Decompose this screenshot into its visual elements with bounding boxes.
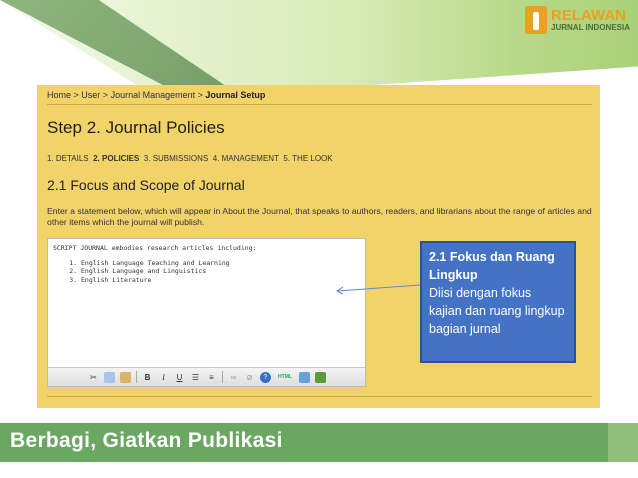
bullet-list-icon[interactable]: ☰ [190, 372, 201, 383]
breadcrumb-current: Journal Setup [205, 90, 266, 100]
brand-line2: JURNAL INDONESIA [551, 23, 630, 32]
focus-scope-editor[interactable]: SCRIPT JOURNAL embodies research article… [47, 238, 366, 387]
editor-intro: SCRIPT JOURNAL embodies research article… [53, 244, 257, 252]
breadcrumb: Home > User > Journal Management > Journ… [47, 90, 266, 100]
breadcrumb-user[interactable]: User [81, 90, 100, 100]
footer-accent [608, 423, 638, 462]
link-icon[interactable]: ∞ [228, 372, 239, 383]
copy-icon[interactable] [104, 371, 115, 383]
callout-body: Diisi dengan fokus kajian dan ruang ling… [429, 286, 565, 336]
image-icon[interactable] [299, 371, 310, 383]
breadcrumb-home[interactable]: Home [47, 90, 71, 100]
logo-mark-icon [525, 6, 548, 34]
underline-icon[interactable]: U [174, 372, 185, 383]
number-list-icon[interactable]: ≡ [206, 372, 217, 383]
page-title: Step 2. Journal Policies [47, 118, 225, 137]
step-submissions[interactable]: 3. SUBMISSIONS [144, 154, 208, 163]
divider [47, 396, 592, 397]
help-icon[interactable]: ? [260, 371, 271, 383]
divider [47, 104, 592, 105]
annotation-callout: 2.1 Fokus dan Ruang Lingkup Diisi dengan… [420, 241, 576, 363]
list-item: English Language and Linguistics [81, 267, 257, 275]
step-details[interactable]: 1. DETAILS [47, 154, 89, 163]
footer-band: Berbagi, Giatkan Publikasi [0, 423, 638, 462]
unlink-icon[interactable]: ⊘ [244, 372, 255, 383]
editor-toolbar: ✂ B I U ☰ ≡ ∞ ⊘ ? HTML [48, 367, 365, 386]
italic-icon[interactable]: I [158, 372, 169, 383]
footer-title: Berbagi, Giatkan Publikasi [10, 429, 283, 452]
paste-icon[interactable] [120, 371, 131, 383]
bold-icon[interactable]: B [142, 372, 153, 383]
list-item: English Literature [81, 276, 257, 284]
cut-icon[interactable]: ✂ [88, 372, 99, 383]
step-management[interactable]: 4. MANAGEMENT [213, 154, 279, 163]
setup-steps-nav: 1. DETAILS 2. POLICIES 3. SUBMISSIONS 4.… [47, 154, 333, 163]
brand-line1: RELAWAN [551, 7, 627, 24]
html-icon[interactable]: HTML [276, 372, 294, 383]
section-description: Enter a statement below, which will appe… [47, 206, 592, 227]
editor-list: English Language Teaching and Learning E… [81, 259, 257, 284]
breadcrumb-journal-management[interactable]: Journal Management [111, 90, 196, 100]
step-the-look[interactable]: 5. THE LOOK [283, 154, 332, 163]
section-title: 2.1 Focus and Scope of Journal [47, 177, 245, 193]
media-icon[interactable] [315, 371, 326, 383]
toolbar-separator [136, 371, 137, 383]
footer-strip [0, 462, 638, 478]
list-item: English Language Teaching and Learning [81, 259, 257, 267]
brand-logo: RELAWAN JURNAL INDONESIA [525, 4, 630, 36]
callout-heading: 2.1 Fokus dan Ruang Lingkup [429, 250, 555, 282]
editor-content[interactable]: SCRIPT JOURNAL embodies research article… [53, 244, 257, 284]
toolbar-separator [222, 371, 223, 383]
step-policies[interactable]: 2. POLICIES [93, 154, 139, 163]
callout-arrow [336, 284, 421, 295]
